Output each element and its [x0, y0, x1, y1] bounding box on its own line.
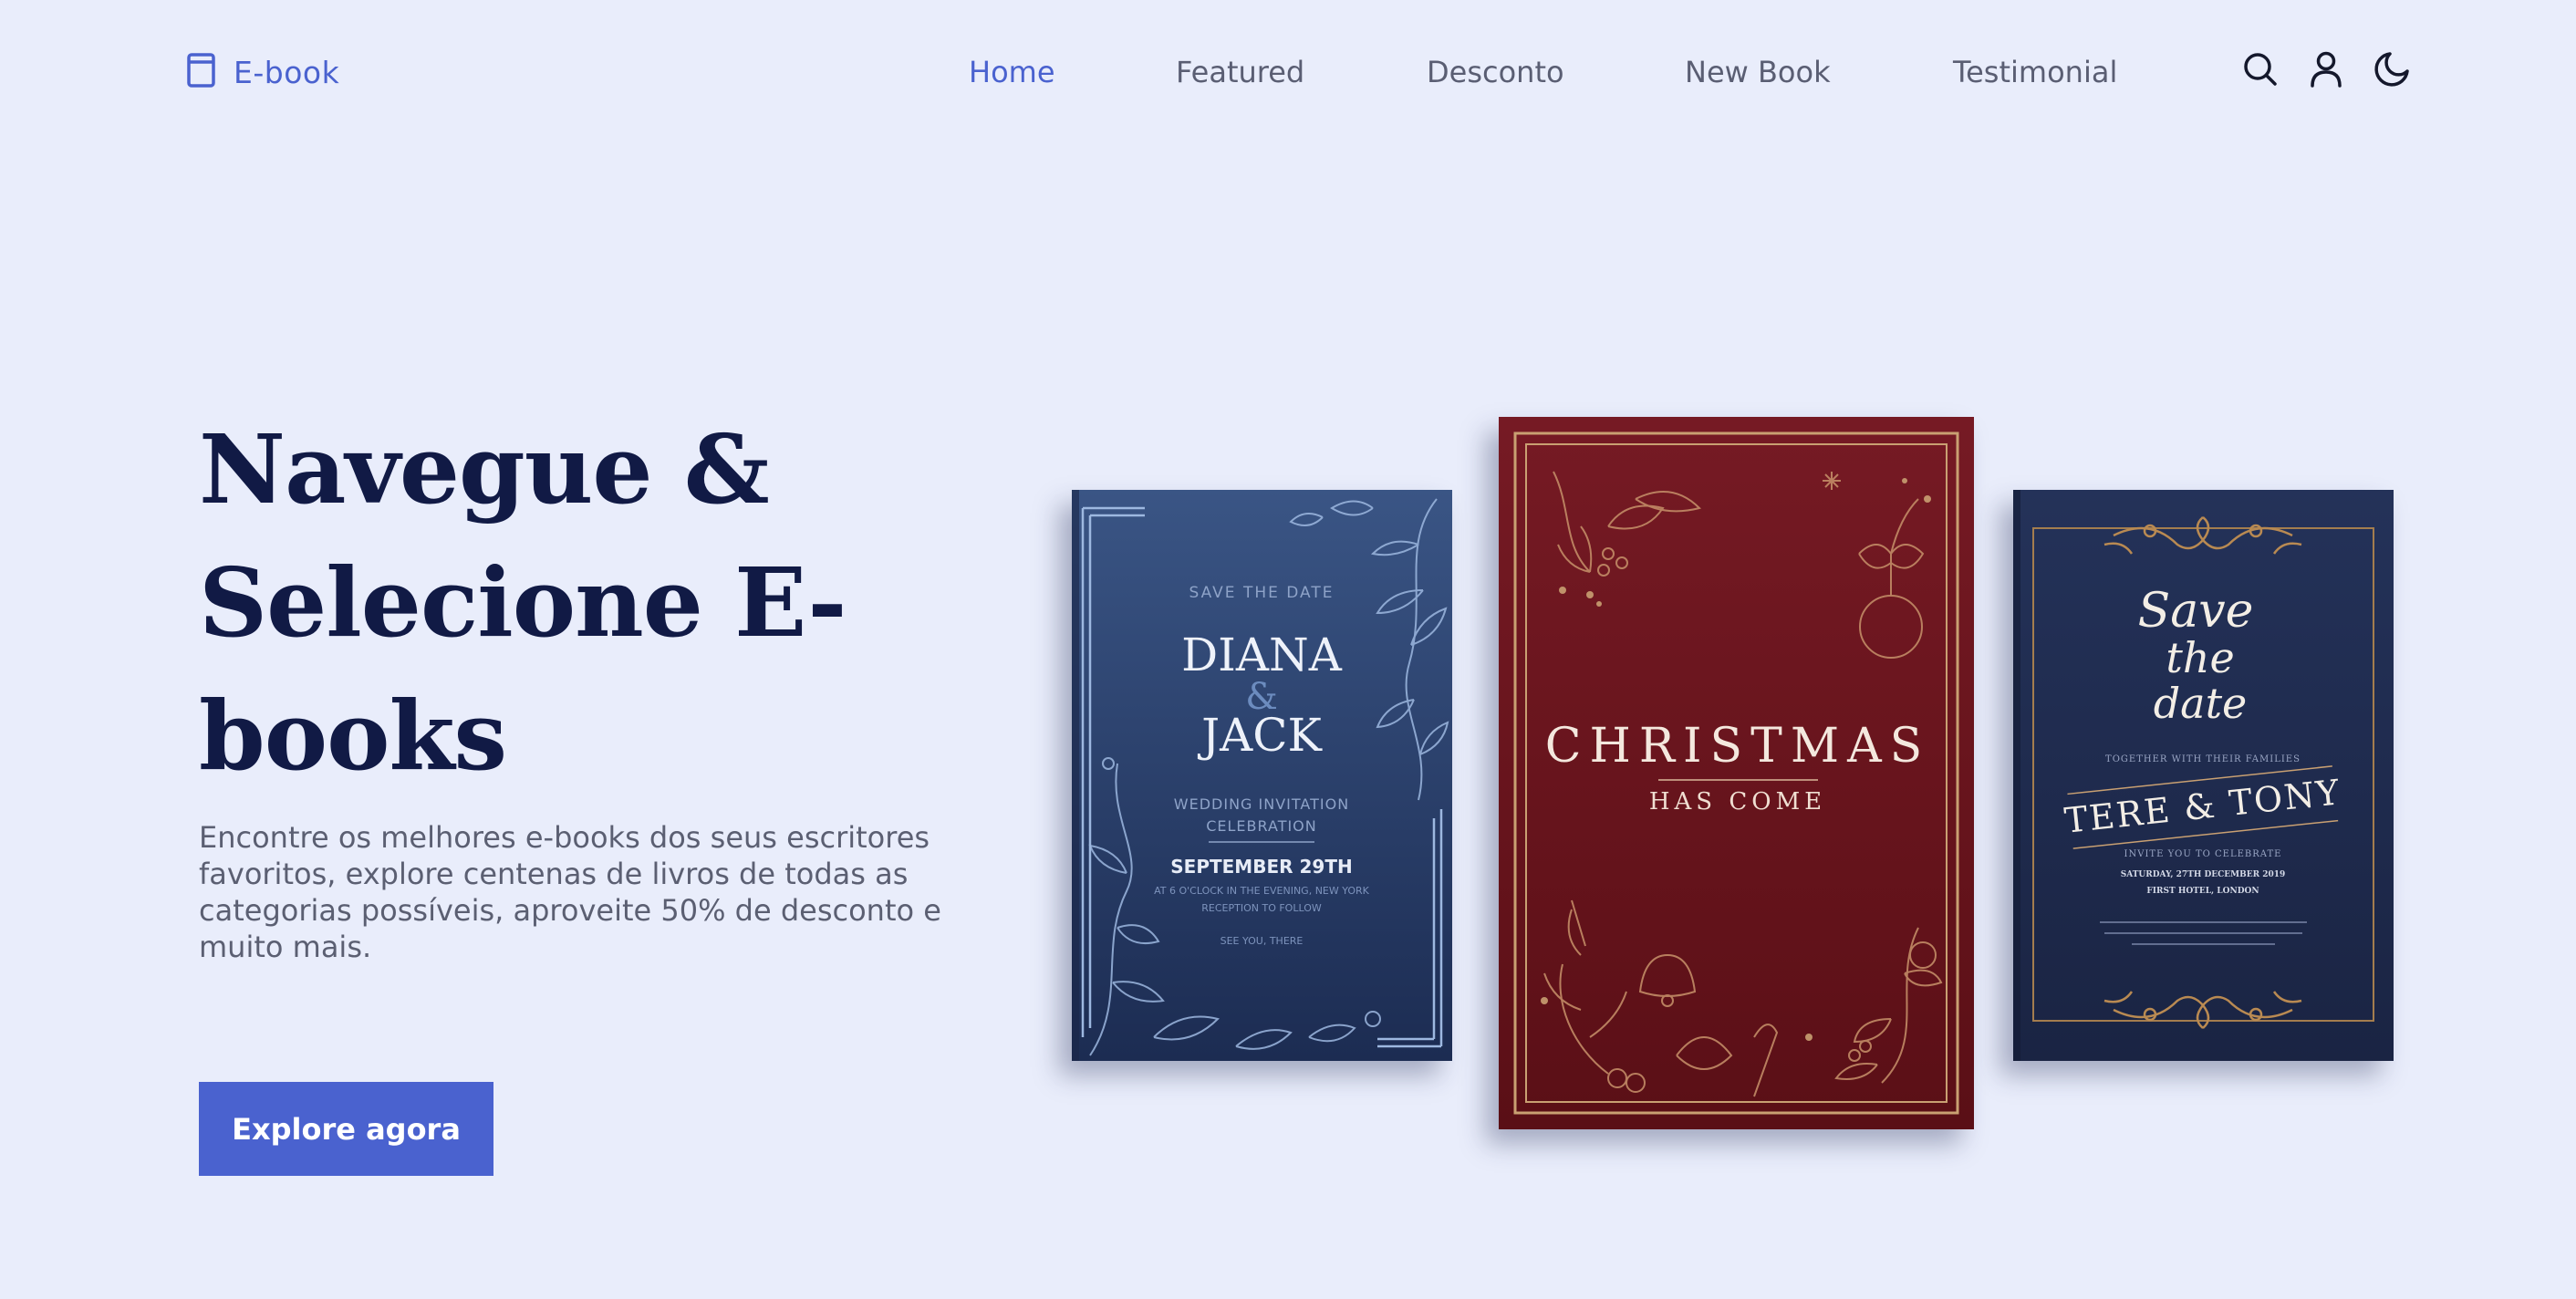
moon-icon — [2373, 51, 2410, 92]
script-the: the — [2166, 633, 2234, 682]
book-detail-1: AT 6 O'CLOCK IN THE EVENING, NEW YORK — [1154, 885, 1370, 897]
together-text: TOGETHER WITH THEIR FAMILIES — [2105, 754, 2301, 764]
hero-title-line: books — [199, 680, 507, 792]
book-date: SEPTEMBER 29TH — [1170, 856, 1352, 878]
book-name-1: DIANA — [1181, 629, 1343, 681]
christmas-title: CHRISTMAS — [1545, 719, 1931, 774]
header: E-book Home Featured Desconto New Book T… — [0, 0, 2576, 142]
date-line: SATURDAY, 27TH DECEMBER 2019 — [2121, 870, 2286, 879]
hero-title-line: Selecione E- — [199, 546, 847, 659]
book-icon — [186, 52, 217, 93]
hero-title: Navegue & Selecione E- books — [199, 403, 929, 803]
search-icon — [2242, 51, 2279, 92]
nav-item-home[interactable]: Home — [969, 51, 1055, 93]
theme-toggle-button[interactable] — [2372, 51, 2412, 91]
book-name-2: JACK — [1197, 709, 1323, 762]
nav-item-featured[interactable]: Featured — [1176, 51, 1304, 93]
hero-title-line: Navegue & — [199, 413, 770, 525]
explore-now-button[interactable]: Explore agora — [199, 1082, 493, 1176]
invite-text: INVITE YOU TO CELEBRATE — [2124, 849, 2282, 859]
venue-text: FIRST HOTEL, LONDON — [2146, 887, 2259, 896]
user-icon — [2310, 51, 2342, 92]
book-detail-2: RECEPTION TO FOLLOW — [1201, 902, 1322, 914]
christmas-subtitle: HAS COME — [1649, 788, 1826, 816]
book-cover-diana-jack[interactable]: SAVE THE DATE DIANA & JACK WEDDING INVIT… — [1072, 490, 1452, 1061]
nav-item-desconto[interactable]: Desconto — [1427, 51, 1564, 93]
nav-item-new-book[interactable]: New Book — [1685, 51, 1831, 93]
save-the-date-text: SAVE THE DATE — [1189, 584, 1335, 602]
search-button[interactable] — [2240, 51, 2280, 91]
book-subtitle-2: CELEBRATION — [1206, 817, 1317, 835]
book-subtitle-1: WEDDING INVITATION — [1174, 795, 1349, 813]
logo-link[interactable]: E-book — [186, 51, 339, 93]
nav-item-testimonial[interactable]: Testimonial — [1953, 51, 2117, 93]
script-save: Save — [2138, 584, 2254, 639]
book-detail-3: SEE YOU, THERE — [1220, 935, 1304, 947]
logo-text: E-book — [234, 54, 340, 90]
book-cover-christmas[interactable]: CHRISTMAS HAS COME — [1499, 417, 1974, 1129]
hero-description: Encontre os melhores e-books dos seus es… — [199, 820, 941, 964]
book-cover-tere-tony[interactable]: Save the date TOGETHER WITH THEIR FAMILI… — [2013, 490, 2394, 1061]
user-button[interactable] — [2306, 51, 2346, 91]
script-date: date — [2154, 679, 2248, 728]
